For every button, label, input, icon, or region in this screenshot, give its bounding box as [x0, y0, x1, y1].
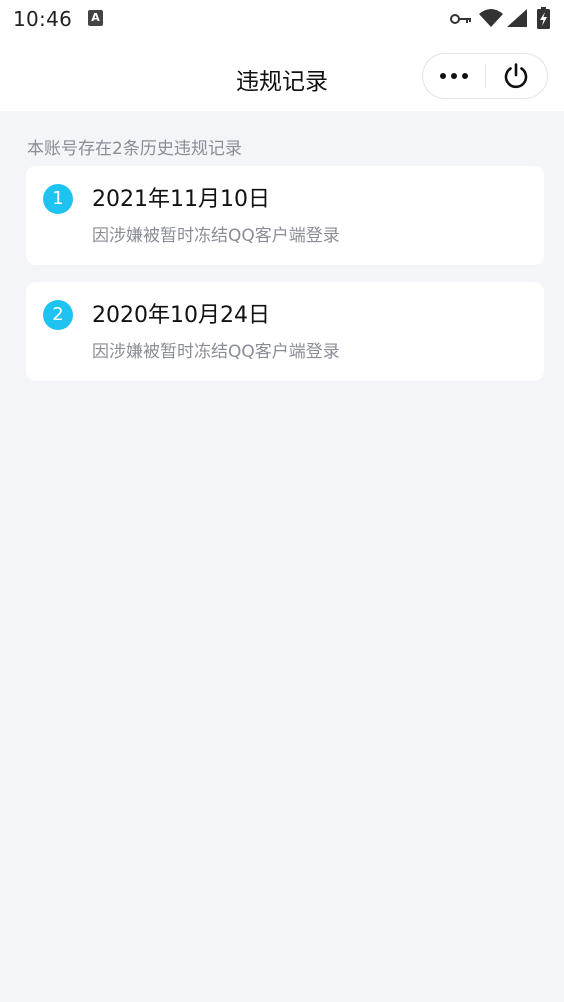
wifi-icon	[479, 9, 503, 27]
record-card[interactable]: 1 2021年11月10日 因涉嫌被暂时冻结QQ客户端登录	[26, 166, 544, 265]
mini-program-capsule	[422, 53, 548, 99]
record-date: 2021年11月10日	[92, 187, 270, 212]
record-card[interactable]: 2 2020年10月24日 因涉嫌被暂时冻结QQ客户端登录	[26, 282, 544, 381]
nav-bar: 违规记录	[0, 40, 564, 111]
power-icon	[504, 63, 528, 89]
record-index-badge: 1	[43, 184, 73, 214]
signal-icon	[507, 9, 527, 27]
record-description: 因涉嫌被暂时冻结QQ客户端登录	[92, 226, 340, 246]
record-summary: 本账号存在2条历史违规记录	[27, 139, 242, 159]
notification-app-icon: A	[88, 10, 103, 26]
key-icon	[450, 14, 471, 24]
screen: 10:46 A 违规记录 本账号存在2条历史违规记录 1 2021年11月10日…	[0, 0, 564, 1002]
more-button[interactable]	[423, 54, 485, 98]
more-dots-icon	[440, 73, 446, 79]
close-button[interactable]	[486, 54, 548, 98]
status-time: 10:46	[13, 7, 73, 31]
status-bar: 10:46 A	[0, 0, 564, 40]
battery-charging-icon	[537, 7, 550, 29]
more-dots-icon	[462, 73, 468, 79]
record-description: 因涉嫌被暂时冻结QQ客户端登录	[92, 342, 340, 362]
record-date: 2020年10月24日	[92, 303, 270, 328]
more-dots-icon	[451, 73, 457, 79]
record-index-badge: 2	[43, 300, 73, 330]
